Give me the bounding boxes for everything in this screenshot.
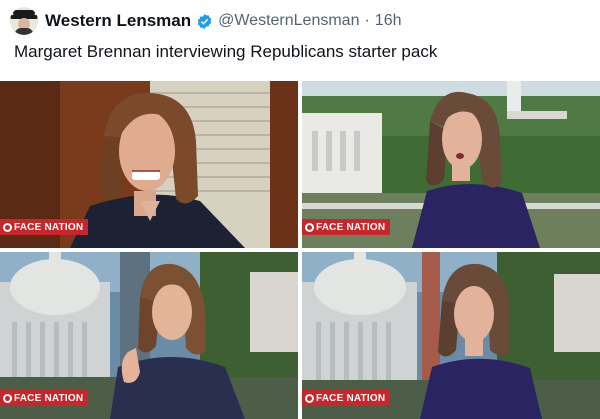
- cbs-eye-icon: [3, 222, 12, 232]
- media-tile-3[interactable]: FACE NATION: [0, 252, 298, 419]
- separator-dot: ·: [364, 12, 370, 29]
- post-header: Western Lensman @WesternLensman · 16h: [10, 5, 402, 37]
- author-handle[interactable]: @WesternLensman: [218, 12, 359, 30]
- cbs-eye-icon: [3, 393, 12, 403]
- cbs-eye-icon: [305, 393, 314, 403]
- badge-label: FACE NATION: [14, 221, 84, 233]
- cbs-eye-icon: [305, 222, 314, 232]
- face-nation-badge: FACE NATION: [0, 219, 89, 235]
- post-text: Margaret Brennan interviewing Republican…: [14, 42, 438, 61]
- verified-badge-icon: [197, 13, 212, 29]
- author-name[interactable]: Western Lensman: [45, 11, 191, 31]
- media-tile-2[interactable]: FACE NATION: [302, 81, 600, 248]
- avatar[interactable]: [10, 7, 38, 35]
- badge-label: FACE NATION: [14, 392, 84, 404]
- media-grid: FACE NATION FACE NATION FACE NATION FACE…: [0, 81, 600, 419]
- media-tile-1[interactable]: FACE NATION: [0, 81, 298, 248]
- face-nation-badge: FACE NATION: [302, 390, 391, 406]
- post-time[interactable]: 16h: [375, 12, 402, 30]
- badge-label: FACE NATION: [316, 392, 386, 404]
- media-tile-4[interactable]: FACE NATION: [302, 252, 600, 419]
- badge-label: FACE NATION: [316, 221, 386, 233]
- face-nation-badge: FACE NATION: [302, 219, 391, 235]
- face-nation-badge: FACE NATION: [0, 390, 89, 406]
